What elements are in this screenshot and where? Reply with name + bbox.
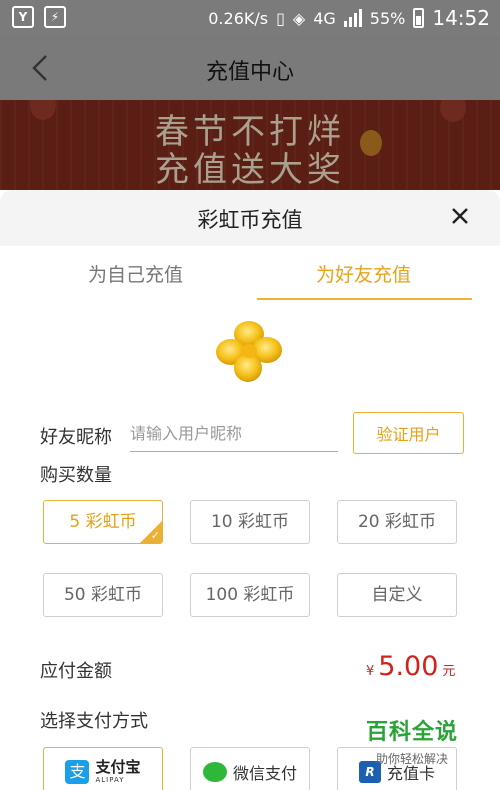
- option-label: 自定义: [371, 585, 423, 605]
- active-tab-indicator: [257, 298, 472, 300]
- payment-name: 支付宝: [95, 758, 141, 776]
- sheet-header: 彩虹币充值: [0, 190, 500, 246]
- payment-name: 微信支付: [232, 764, 297, 783]
- verify-user-button[interactable]: 验证用户: [353, 412, 464, 454]
- amount-label: 应付金额: [40, 661, 112, 682]
- watermark-title: 百科全说: [366, 720, 459, 745]
- nav-bar: 充值中心: [0, 36, 500, 100]
- payment-alipay[interactable]: 支 支付宝 ALIPAY: [43, 747, 163, 790]
- battery-icon: [413, 8, 425, 28]
- notification-app-icon: Y: [12, 6, 34, 28]
- watermark-subtitle: 助你轻松解决: [376, 752, 449, 766]
- currency-symbol: ¥: [366, 664, 375, 679]
- alipay-icon: 支: [65, 760, 90, 784]
- rainbow-coin-icon: [216, 321, 282, 382]
- promo-banner[interactable]: 春节不打烊 充值送大奖: [0, 100, 500, 190]
- amount-value: 5.00: [378, 651, 439, 682]
- check-icon: ✓: [150, 529, 160, 542]
- option-50-coins[interactable]: 50 彩虹币: [43, 573, 163, 617]
- option-10-coins[interactable]: 10 彩虹币: [190, 500, 310, 544]
- payment-method-label: 选择支付方式: [40, 711, 148, 732]
- option-label: 50 彩虹币: [63, 585, 143, 605]
- status-bar: Y ⚡ 0.26K/s ▯ ◈ 4G 55% 14:52: [0, 0, 500, 36]
- wechat-pay-icon: [202, 762, 227, 782]
- option-custom[interactable]: 自定义: [337, 573, 457, 617]
- amount-due: ¥ 5.00 元: [366, 651, 455, 682]
- notification-battery-icon: ⚡: [44, 6, 66, 28]
- recharge-tabs: 为自己充值 为好友充值: [0, 246, 500, 302]
- option-label: 100 彩虹币: [205, 585, 295, 605]
- option-label: 10 彩虹币: [210, 512, 290, 532]
- signal-icon: [343, 9, 362, 27]
- payment-wechat[interactable]: 微信支付: [190, 747, 310, 790]
- wifi-icon: ◈: [292, 8, 306, 28]
- clock: 14:52: [432, 6, 490, 30]
- option-20-coins[interactable]: 20 彩虹币: [337, 500, 457, 544]
- payment-sub: ALIPAY: [95, 776, 125, 784]
- vibrate-icon: ▯: [276, 8, 285, 28]
- page-title: 充值中心: [205, 60, 294, 85]
- recharge-sheet: 彩虹币充值 为自己充值 为好友充值 好友昵称 验证用户 购买数量 5 彩虹币 ✓: [0, 190, 500, 790]
- nickname-input[interactable]: [130, 416, 338, 452]
- nickname-label: 好友昵称: [40, 427, 112, 448]
- sheet-title: 彩虹币充值: [197, 208, 303, 232]
- tab-friend-recharge[interactable]: 为好友充值: [316, 260, 411, 287]
- notification-icons: Y ⚡: [12, 6, 66, 28]
- close-icon[interactable]: [450, 206, 470, 226]
- network-type: 4G: [313, 8, 336, 28]
- banner-line-2: 充值送大奖: [155, 150, 345, 190]
- option-label: 20 彩虹币: [357, 512, 437, 532]
- tab-self-recharge[interactable]: 为自己充值: [88, 260, 183, 287]
- watermark: 百科全说 助你轻松解决: [366, 714, 458, 767]
- option-5-coins[interactable]: 5 彩虹币 ✓: [43, 500, 163, 544]
- option-100-coins[interactable]: 100 彩虹币: [190, 573, 310, 617]
- quantity-label: 购买数量: [40, 465, 112, 486]
- battery-percent: 55%: [369, 8, 406, 28]
- option-label: 5 彩虹币: [69, 512, 137, 532]
- currency-unit: 元: [442, 664, 456, 679]
- net-speed: 0.26K/s: [208, 8, 269, 28]
- status-indicators: 0.26K/s ▯ ◈ 4G 55% 14:52: [208, 0, 490, 36]
